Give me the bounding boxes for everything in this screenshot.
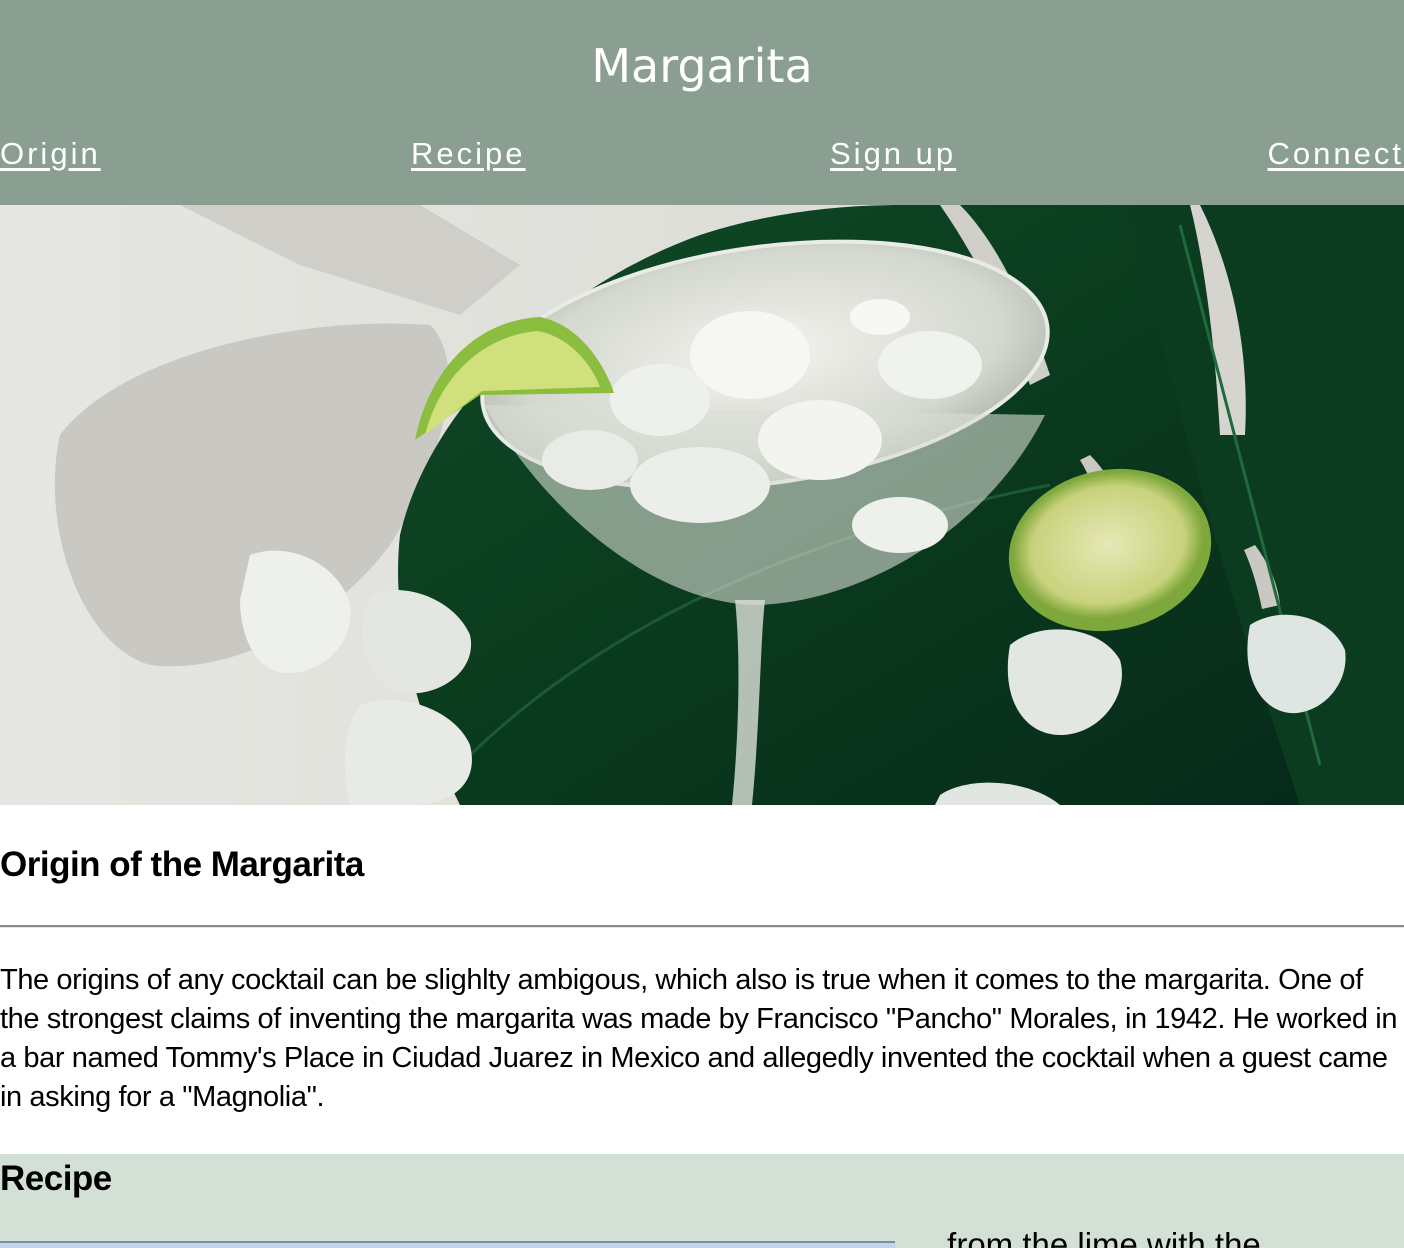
recipe-section: Recipe … from the lime with the <box>0 1154 1404 1248</box>
nav-link-connect[interactable]: Connect <box>1268 134 1404 174</box>
recipe-teaser-text: … from the lime with the <box>905 1226 1261 1248</box>
hero-image <box>0 205 1404 805</box>
section-divider <box>0 925 1404 928</box>
origin-heading: Origin of the Margarita <box>0 845 364 884</box>
nav-link-recipe[interactable]: Recipe <box>411 134 526 174</box>
main-nav: Origin Recipe Sign up Connect <box>0 134 1404 178</box>
recipe-heading: Recipe <box>0 1159 112 1198</box>
nav-link-sign-up[interactable]: Sign up <box>830 134 956 174</box>
margarita-photo <box>0 205 1404 805</box>
site-header: Margarita Origin Recipe Sign up Connect <box>0 0 1404 205</box>
site-title: Margarita <box>591 39 813 93</box>
origin-paragraph: The origins of any cocktail can be sligh… <box>0 964 1398 1113</box>
nav-link-origin[interactable]: Origin <box>0 134 101 174</box>
recipe-video-frame[interactable] <box>0 1241 895 1248</box>
